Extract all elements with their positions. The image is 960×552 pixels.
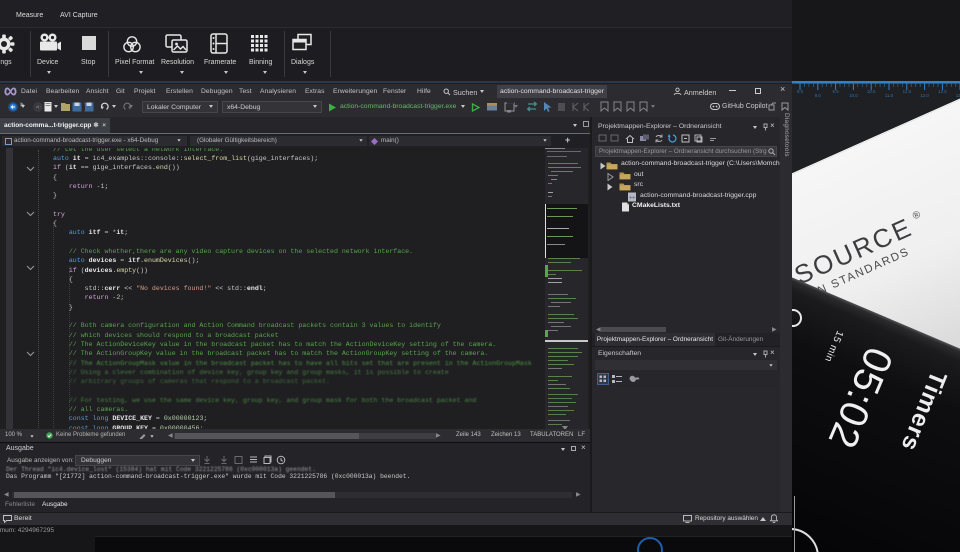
svg-text:8.5: 8.5 bbox=[797, 89, 804, 94]
svg-text:10.0: 10.0 bbox=[849, 93, 858, 98]
svg-text:13.0: 13.0 bbox=[956, 93, 960, 98]
svg-text:9.0: 9.0 bbox=[815, 93, 822, 98]
svg-text:12.5: 12.5 bbox=[938, 89, 947, 94]
svg-text:12.0: 12.0 bbox=[920, 93, 929, 98]
svg-text:11.5: 11.5 bbox=[903, 89, 912, 94]
svg-text:10.5: 10.5 bbox=[867, 89, 876, 94]
svg-text:11.0: 11.0 bbox=[885, 93, 894, 98]
svg-text:9.5: 9.5 bbox=[833, 89, 840, 94]
